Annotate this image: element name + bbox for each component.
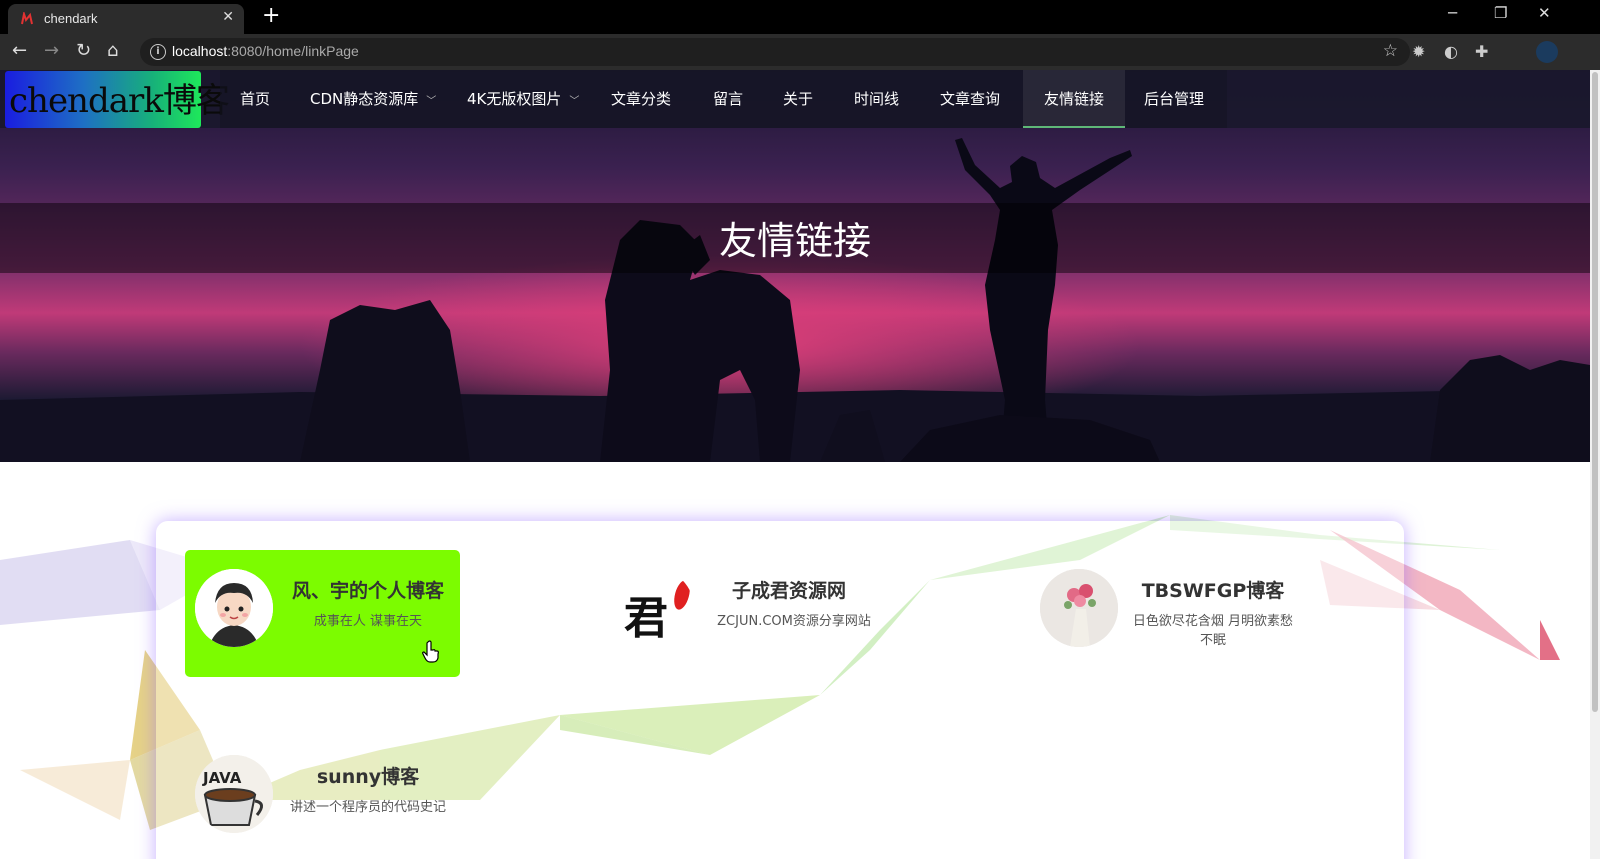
link-description: ZCJUN.COM资源分享网站 (717, 614, 871, 629)
restore-icon[interactable]: ❐ (1494, 4, 1507, 22)
nav-item-home[interactable]: 首页 (240, 70, 270, 128)
flower-bouquet-avatar-icon (1040, 569, 1118, 647)
friend-links-card: 风、宇的个人博客 成事在人 谋事在天 君 子成君资源网 ZCJUN.COM资源分… (156, 521, 1404, 859)
browser-tab[interactable]: chendark ✕ (8, 4, 244, 34)
link-name: TBSWFGP博客 (1141, 580, 1285, 602)
forward-icon[interactable]: → (44, 40, 59, 61)
address-bar[interactable]: i localhost:8080/home/linkPage ☆ (140, 38, 1410, 66)
window-close-icon[interactable]: ✕ (1538, 4, 1551, 22)
svg-text:君: 君 (624, 593, 668, 644)
java-coffee-cup-icon: JAVA (195, 755, 273, 833)
page-viewport: 友情链接 chendark博客 首页 CDN静态资源库 ﹀ 4K无版权图片 ﹀ 文章… (0, 70, 1590, 859)
new-tab-icon[interactable]: + (262, 3, 280, 29)
jun-calligraphy-logo-icon: 君 (624, 580, 690, 644)
avatar (1040, 569, 1118, 647)
nav-item-guestbook[interactable]: 留言 (713, 70, 743, 128)
bookmark-star-icon[interactable]: ☆ (1383, 41, 1398, 61)
nav-item-cdn[interactable]: CDN静态资源库 ﹀ (310, 70, 436, 128)
reload-icon[interactable]: ↻ (76, 40, 91, 61)
avatar (195, 569, 273, 647)
avatar: JAVA (195, 755, 273, 833)
link-description: 成事在人 谋事在天 (313, 614, 423, 629)
browser-tab-strip: chendark ✕ + ─ ❐ ✕ (0, 0, 1600, 34)
friend-link-item[interactable]: TBSWFGP博客 日色欲尽花含烟 月明欲素愁不眠 (1032, 550, 1307, 677)
back-icon[interactable]: ← (12, 40, 27, 61)
site-info-icon[interactable]: i (150, 44, 166, 60)
friend-link-item[interactable]: 君 子成君资源网 ZCJUN.COM资源分享网站 (616, 550, 891, 677)
chevron-down-icon: ﹀ (569, 96, 580, 107)
svg-text:JAVA: JAVA (202, 769, 242, 787)
cartoon-boy-avatar-icon (195, 569, 273, 647)
tab-title: chendark (44, 11, 98, 26)
hero-banner: 友情链接 (0, 70, 1590, 462)
link-name: 子成君资源网 (731, 580, 846, 602)
nav-item-timeline[interactable]: 时间线 (854, 70, 899, 128)
home-icon[interactable]: ⌂ (107, 40, 118, 61)
extension-gear-icon[interactable]: ✹ (1412, 42, 1425, 61)
nav-item-article-search[interactable]: 文章查询 (940, 70, 1000, 128)
nav-item-about[interactable]: 关于 (783, 70, 813, 128)
nav-item-friend-links[interactable]: 友情链接 (1023, 70, 1125, 128)
link-name: 风、宇的个人博客 (291, 580, 444, 602)
nav-item-4k-images[interactable]: 4K无版权图片 ﹀ (467, 70, 579, 128)
scrollbar-thumb[interactable] (1592, 72, 1598, 712)
nav-item-categories[interactable]: 文章分类 (611, 70, 671, 128)
page-title: 友情链接 (718, 219, 871, 263)
friend-link-item[interactable]: 风、宇的个人博客 成事在人 谋事在天 (185, 550, 460, 677)
minimize-icon[interactable]: ─ (1448, 4, 1457, 22)
extensions-puzzle-icon[interactable]: ✚ (1475, 42, 1488, 61)
browser-toolbar: ← → ↻ ⌂ i localhost:8080/home/linkPage ☆… (0, 34, 1600, 70)
hand-pointer-cursor-icon (422, 640, 439, 663)
friend-link-item[interactable]: JAVA sunny博客 讲述一个程序员的代码史记 (185, 736, 460, 859)
site-navbar: chendark博客 首页 CDN静态资源库 ﹀ 4K无版权图片 ﹀ 文章分类 留言… (0, 70, 1590, 128)
profile-avatar[interactable] (1536, 41, 1558, 63)
site-favicon-icon (21, 12, 33, 25)
link-description: 讲述一个程序员的代码史记 (289, 800, 446, 815)
extension-puzzle-green-icon[interactable]: ◐ (1444, 42, 1458, 61)
site-logo[interactable]: chendark博客 (5, 71, 230, 128)
tab-close-icon[interactable]: ✕ (222, 9, 234, 25)
link-name: sunny博客 (316, 766, 420, 788)
link-description: 日色欲尽花含烟 月明欲素愁不眠 (1132, 614, 1294, 648)
nav-item-admin[interactable]: 后台管理 (1144, 70, 1204, 128)
avatar: 君 (616, 569, 694, 647)
chevron-down-icon: ﹀ (426, 96, 437, 107)
url-text: localhost:8080/home/linkPage (172, 43, 359, 59)
